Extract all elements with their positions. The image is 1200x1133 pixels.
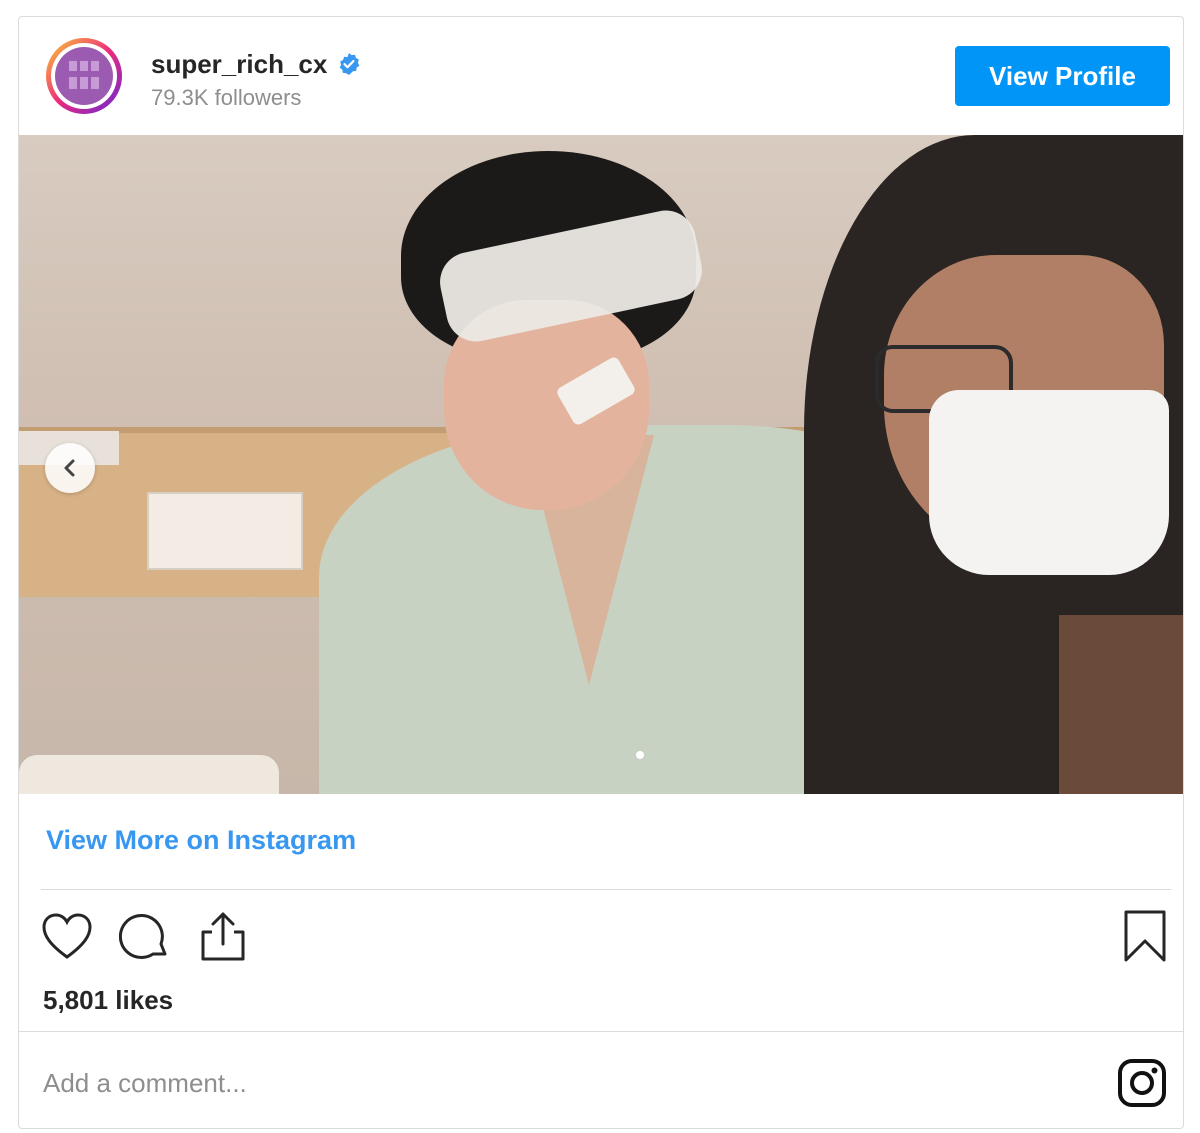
avatar-image bbox=[55, 47, 113, 105]
view-profile-button[interactable]: View Profile bbox=[955, 46, 1170, 106]
share-icon bbox=[201, 912, 245, 961]
username[interactable]: super_rich_cx bbox=[151, 49, 327, 80]
bookmark-icon bbox=[1124, 910, 1166, 962]
post-photo[interactable] bbox=[19, 135, 1183, 794]
share-button[interactable] bbox=[195, 908, 251, 964]
verified-badge-icon bbox=[340, 53, 360, 75]
comment-button[interactable] bbox=[117, 908, 173, 964]
comment-icon bbox=[119, 914, 167, 959]
instagram-icon bbox=[1118, 1059, 1166, 1107]
like-count[interactable]: 5,801 likes bbox=[43, 985, 173, 1016]
bookmark-button[interactable] bbox=[1117, 908, 1173, 964]
carousel-prev-button[interactable] bbox=[45, 443, 95, 493]
divider bbox=[41, 889, 1171, 890]
follower-count: 79.3K followers bbox=[151, 85, 302, 110]
instagram-link[interactable] bbox=[1117, 1058, 1167, 1108]
comment-input[interactable] bbox=[41, 1062, 745, 1104]
post-header: super_rich_cx 79.3K followers View Profi… bbox=[19, 17, 1183, 135]
chevron-left-icon bbox=[64, 459, 75, 477]
like-button[interactable] bbox=[39, 908, 95, 964]
avatar[interactable] bbox=[46, 38, 122, 114]
carousel-indicator-dot bbox=[636, 751, 644, 759]
instagram-embed-card: super_rich_cx 79.3K followers View Profi… bbox=[18, 16, 1184, 1129]
comment-bar bbox=[19, 1031, 1183, 1128]
heart-icon bbox=[42, 913, 92, 959]
view-more-link[interactable]: View More on Instagram bbox=[46, 825, 356, 856]
